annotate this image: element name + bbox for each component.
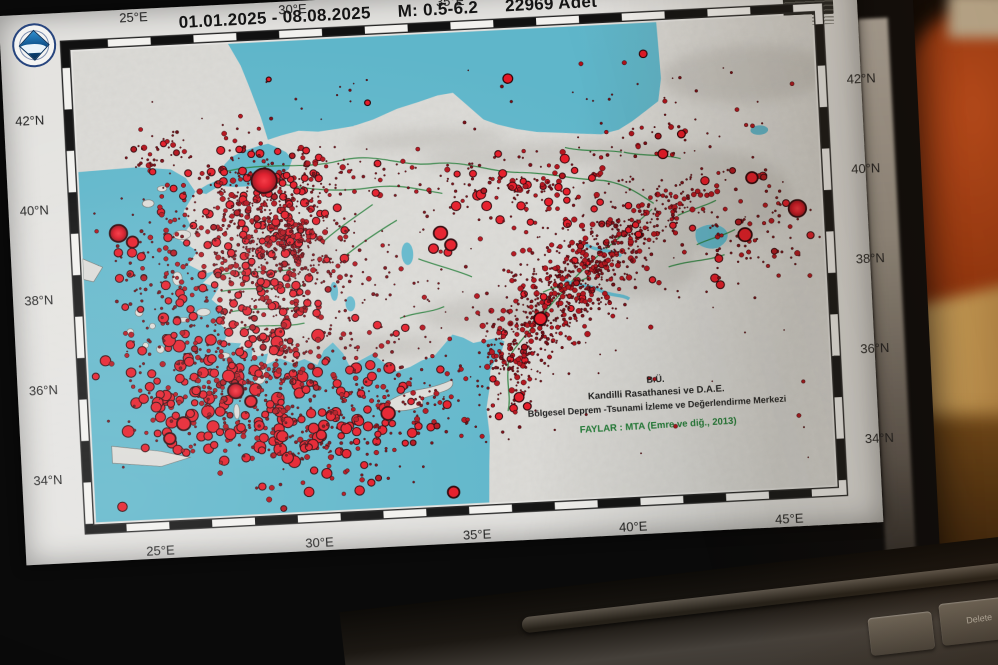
keyboard-key bbox=[867, 611, 935, 656]
axis-label-bottom: 40°E bbox=[619, 518, 648, 534]
axis-label-left: 34°N bbox=[33, 471, 63, 487]
axis-label-bottom: 25°E bbox=[146, 542, 175, 558]
axis-label-right: 42°N bbox=[846, 70, 876, 86]
earthquake-map: 25°E30°E35°E40°E45°E25°E30°E35°E40°E45°E… bbox=[58, 0, 850, 536]
laptop-screen: 01.01.2025 - 08.08.2025 M: 0.5-6.2 22969… bbox=[0, 0, 883, 565]
axis-label-left: 40°N bbox=[19, 202, 49, 218]
map-relief-texture bbox=[72, 14, 836, 522]
axis-label-right: 38°N bbox=[855, 250, 885, 266]
axis-label-right: 34°N bbox=[864, 429, 894, 445]
axis-label-top: 35°E bbox=[436, 0, 465, 9]
map-canvas bbox=[58, 0, 850, 536]
axis-label-bottom: 45°E bbox=[775, 510, 804, 526]
background-paper bbox=[948, 0, 998, 38]
photo-scene: 01.01.2025 - 08.08.2025 M: 0.5-6.2 22969… bbox=[0, 0, 998, 665]
axis-label-left: 42°N bbox=[15, 113, 45, 129]
axis-label-top: 30°E bbox=[278, 1, 307, 17]
axis-label-top: 25°E bbox=[119, 9, 148, 25]
axis-label-left: 36°N bbox=[28, 382, 58, 398]
axis-label-right: 40°N bbox=[851, 160, 881, 176]
axis-label-bottom: 35°E bbox=[463, 526, 492, 542]
keyboard-key-label: Delete bbox=[940, 608, 998, 629]
axis-label-bottom: 30°E bbox=[305, 534, 334, 550]
axis-label-left: 38°N bbox=[24, 292, 54, 308]
axis-label-right: 36°N bbox=[860, 340, 890, 356]
keyboard-key-delete: Delete bbox=[938, 595, 998, 646]
